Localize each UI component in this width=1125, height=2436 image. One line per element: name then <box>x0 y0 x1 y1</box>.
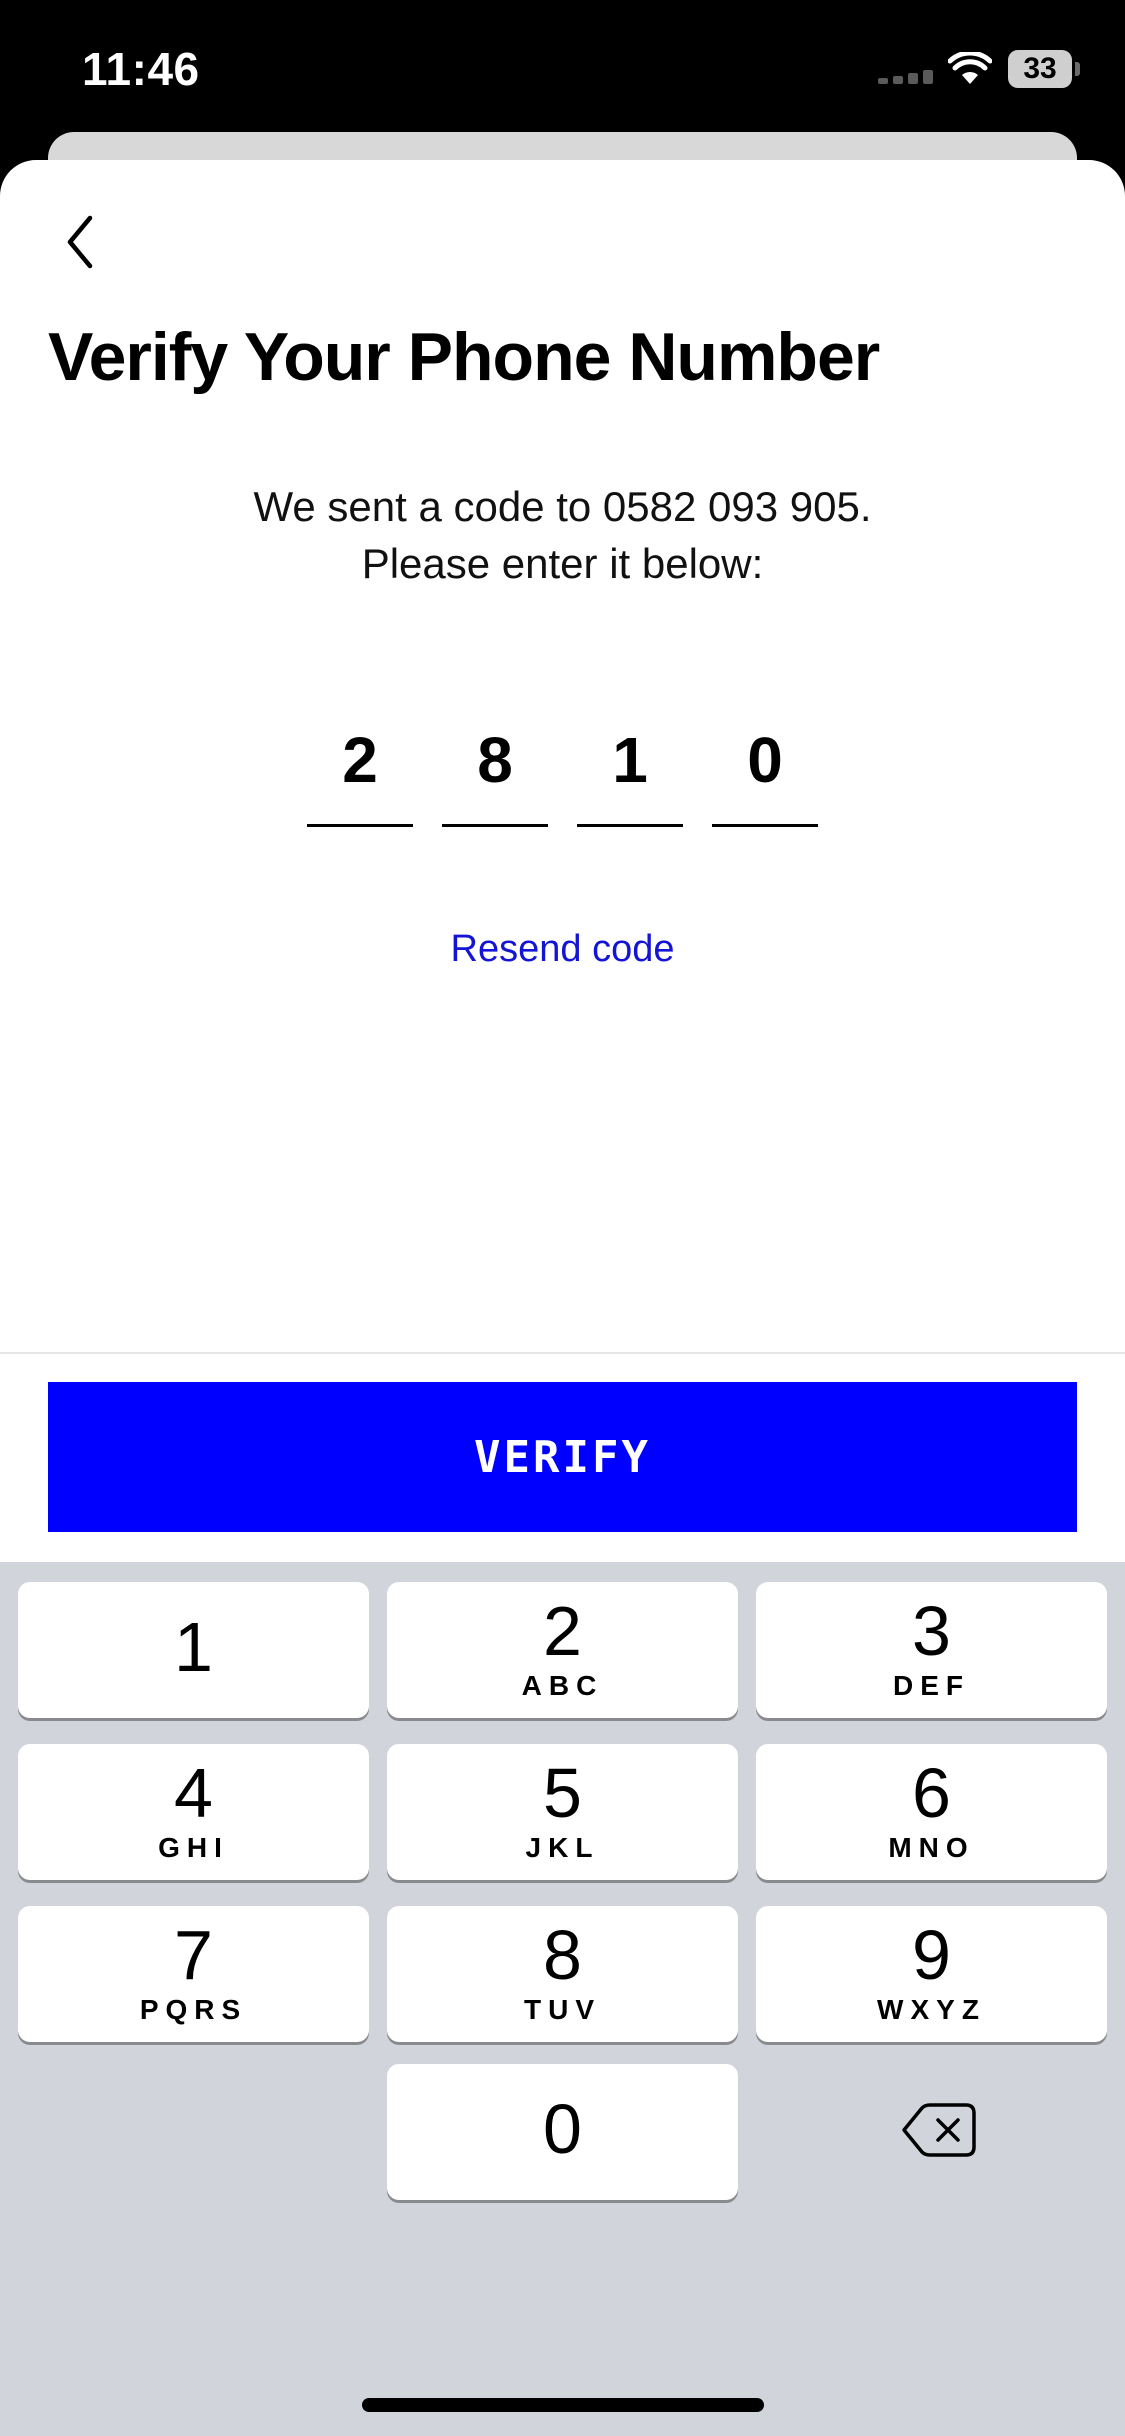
verify-button[interactable]: VERIFY <box>48 1382 1077 1532</box>
wifi-icon <box>948 52 992 84</box>
page-title: Verify Your Phone Number <box>48 319 880 395</box>
key-digit: 3 <box>912 1592 951 1670</box>
battery-level: 33 <box>1023 52 1057 85</box>
instruction-text: We sent a code to 0582 093 905. Please e… <box>0 478 1125 592</box>
key-digit: 6 <box>912 1754 951 1832</box>
instruction-line-2: Please enter it below: <box>361 540 764 587</box>
numeric-keypad: 1 2 ABC 3 DEF 4 GHI 5 JKL 6 MNO 7 PQRS 8… <box>0 1562 1125 2436</box>
key-digit: 4 <box>174 1754 213 1832</box>
key-2[interactable]: 2 ABC <box>387 1582 738 1718</box>
key-1[interactable]: 1 <box>18 1582 369 1718</box>
key-digit: 1 <box>174 1608 213 1686</box>
resend-code-link[interactable]: Resend code <box>0 928 1125 971</box>
key-9[interactable]: 9 WXYZ <box>756 1906 1107 2042</box>
code-input-row[interactable]: 2 8 1 0 <box>307 710 819 827</box>
key-digit: 9 <box>912 1916 951 1994</box>
home-indicator <box>362 2398 764 2412</box>
instruction-line-1: We sent a code to 0582 093 905. <box>253 483 872 530</box>
chevron-left-icon[interactable] <box>56 210 106 274</box>
key-letters: GHI <box>158 1832 229 1863</box>
status-bar: 11:46 33 <box>0 0 1125 150</box>
backspace-icon[interactable] <box>756 2064 1107 2200</box>
battery-tip <box>1075 62 1080 76</box>
key-digit: 5 <box>543 1754 582 1832</box>
key-5[interactable]: 5 JKL <box>387 1744 738 1880</box>
key-digit: 0 <box>543 2090 582 2168</box>
key-8[interactable]: 8 TUV <box>387 1906 738 2042</box>
key-0[interactable]: 0 <box>387 2064 738 2200</box>
battery-icon: 33 <box>1008 50 1072 88</box>
key-letters: TUV <box>524 1994 601 2025</box>
code-digit-2[interactable]: 8 <box>442 710 548 827</box>
key-letters: WXYZ <box>877 1994 986 2025</box>
key-letters: JKL <box>525 1832 600 1863</box>
key-letters: PQRS <box>139 1994 248 2025</box>
key-digit: 2 <box>543 1592 582 1670</box>
key-4[interactable]: 4 GHI <box>18 1744 369 1880</box>
key-digit: 7 <box>174 1916 213 1994</box>
code-digit-3[interactable]: 1 <box>577 710 683 827</box>
key-6[interactable]: 6 MNO <box>756 1744 1107 1880</box>
cellular-signal-icon <box>878 70 938 84</box>
key-letters: DEF <box>893 1670 970 1701</box>
status-time: 11:46 <box>82 43 200 95</box>
key-letters: MNO <box>888 1832 975 1863</box>
key-7[interactable]: 7 PQRS <box>18 1906 369 2042</box>
code-digit-4[interactable]: 0 <box>712 710 818 827</box>
key-3[interactable]: 3 DEF <box>756 1582 1107 1718</box>
code-digit-1[interactable]: 2 <box>307 710 413 827</box>
key-digit: 8 <box>543 1916 582 1994</box>
key-letters: ABC <box>521 1670 604 1701</box>
